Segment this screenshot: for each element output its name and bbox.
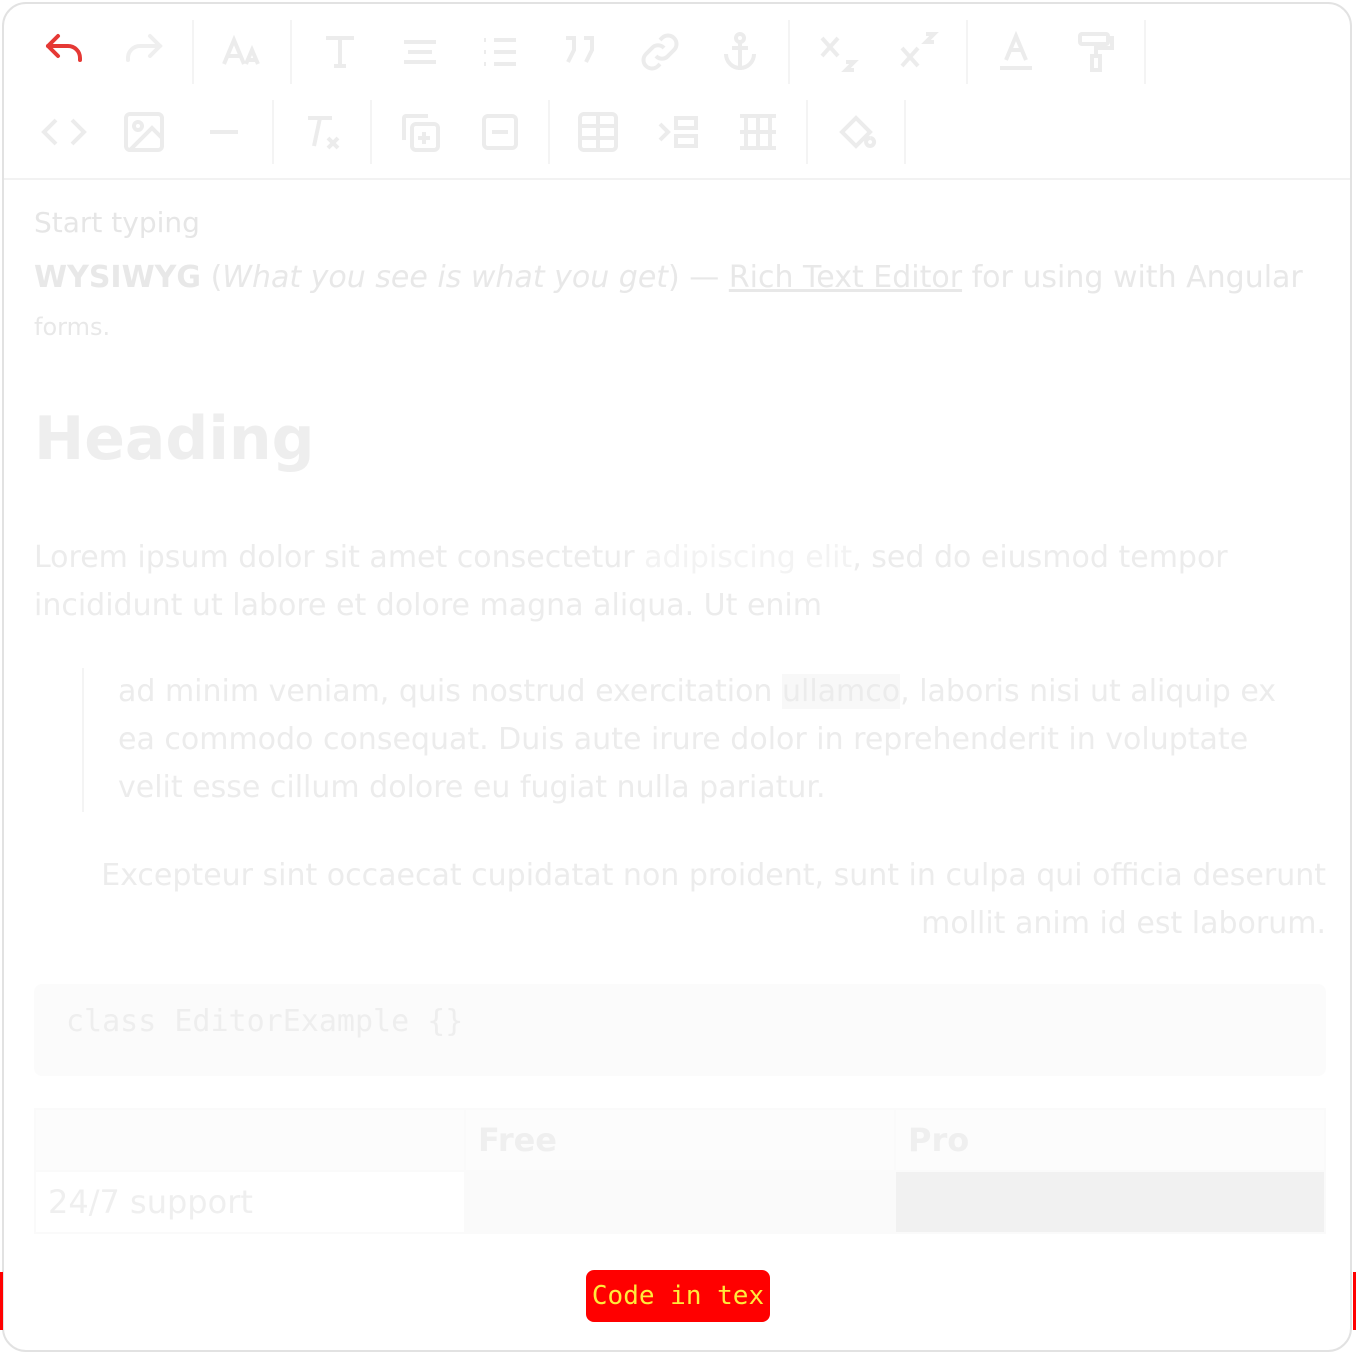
lorem-paragraph: Lorem ipsum dolor sit amet consectetur a… [34,534,1304,630]
bold-text: WYSIWYG [34,260,202,295]
rich-text-editor-link[interactable]: Rich Text Editor [729,260,962,295]
intro-tail: for using with Angular [962,260,1303,295]
code-icon[interactable] [24,92,104,172]
toolbar-divider [788,20,790,84]
editor: Start typing WYSIWYG (What you see is wh… [2,2,1352,1352]
table-row: 24/7 support [34,1170,1326,1234]
table-cell[interactable] [894,1170,1326,1234]
blockquote: ad minim veniam, quis nostrud exercitati… [82,668,1304,812]
anchor-icon[interactable] [700,12,780,92]
table: Free Pro 24/7 support [34,1108,1326,1234]
copy-add-icon[interactable] [380,92,460,172]
toolbar-row-2 [24,92,914,172]
toolbar-divider [966,20,968,84]
heading: Heading [34,404,315,474]
text-color-icon[interactable] [976,12,1056,92]
left-edge-marker [0,1272,3,1330]
para-part-1: Lorem ipsum dolor sit amet consectetur [34,540,645,575]
italic-text: What you see is what you get [222,260,669,295]
code-in-text-tag[interactable]: Code in tex [586,1270,770,1322]
table-cell[interactable]: 24/7 support [34,1170,466,1234]
table-header-cell[interactable] [34,1108,466,1172]
cell-merge-icon[interactable] [718,92,798,172]
text-style-icon[interactable] [300,12,380,92]
undo-icon[interactable] [24,12,104,92]
intro-close: ) — [668,260,729,295]
intro-small: forms. [34,313,111,341]
intro-paragraph: WYSIWYG (What you see is what you get) —… [34,254,1314,351]
align-icon[interactable] [380,12,460,92]
toolbar-divider [272,100,274,164]
list-icon[interactable] [460,12,540,92]
toolbar-divider [1144,20,1146,84]
quote-icon[interactable] [540,12,620,92]
toolbar-divider [548,100,550,164]
clear-format-icon[interactable] [282,92,362,172]
table-header-cell[interactable]: Pro [894,1108,1326,1172]
paint-roller-icon[interactable] [1056,12,1136,92]
toolbar-divider [370,100,372,164]
remove-icon[interactable] [460,92,540,172]
highlighted-text: adipiscing elit [644,540,853,575]
right-aligned-paragraph: Excepteur sint occaecat cupidatat non pr… [101,858,1326,941]
font-size-icon[interactable] [202,12,282,92]
intro-open: ( [201,260,223,295]
toolbar-divider [290,20,292,84]
table-header-row: Free Pro [34,1108,1326,1172]
table-cell[interactable] [464,1170,896,1234]
indent-icon[interactable] [638,92,718,172]
redo-icon[interactable] [104,12,184,92]
superscript-icon[interactable] [878,12,958,92]
table-header-cell[interactable]: Free [464,1108,896,1172]
subscript-icon[interactable] [798,12,878,92]
table-icon[interactable] [558,92,638,172]
toolbar-divider [904,100,906,164]
image-icon[interactable] [104,92,184,172]
toolbar-row-1 [24,12,1154,92]
horizontal-rule-icon[interactable] [184,92,264,172]
toolbar-divider [806,100,808,164]
quote-part-1: ad minim veniam, quis nostrud exercitati… [118,674,782,709]
code-block: class EditorExample {} [34,984,1326,1076]
link-icon[interactable] [620,12,700,92]
placeholder: Start typing [34,206,200,239]
marked-text: ullamco [781,674,901,709]
toolbar [4,4,1350,180]
toolbar-divider [192,20,194,84]
fill-icon[interactable] [816,92,896,172]
